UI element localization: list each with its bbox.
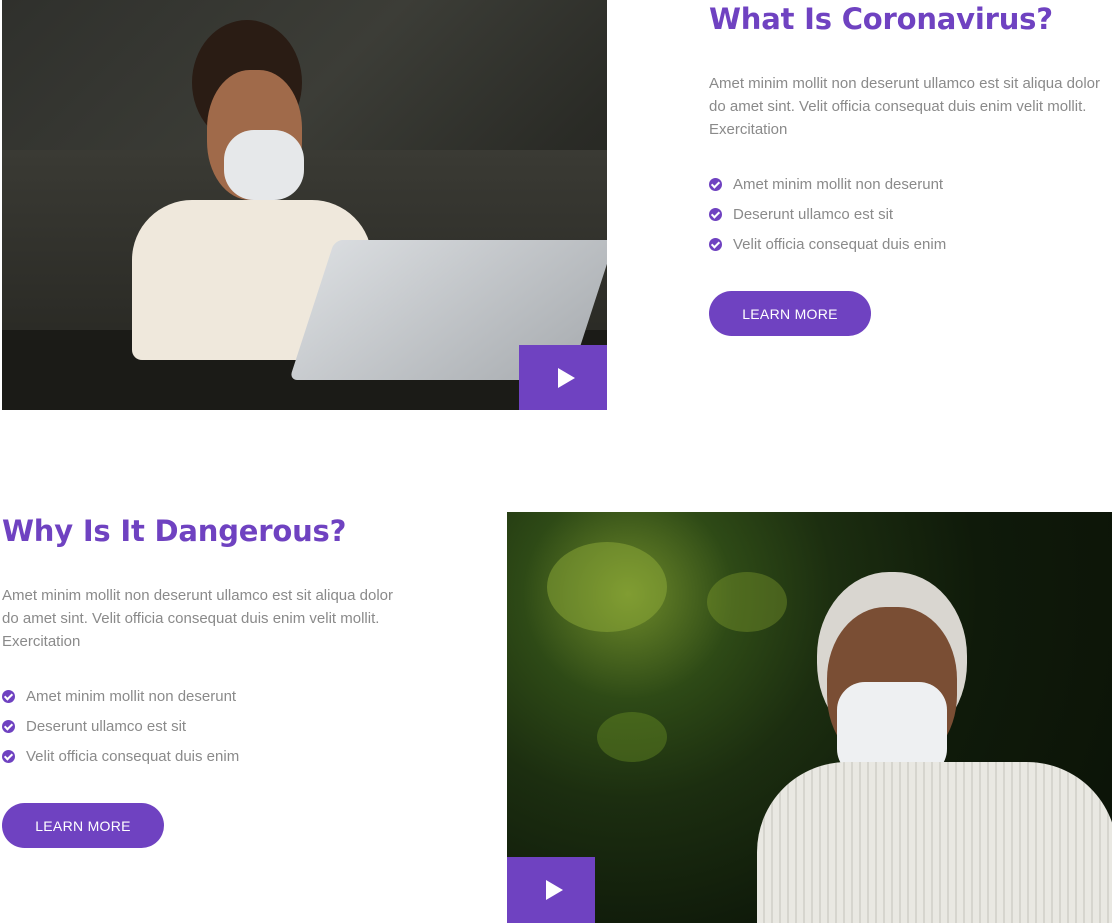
list-item-label: Velit officia consequat duis enim	[733, 235, 947, 253]
check-circle-icon	[709, 237, 722, 251]
play-icon	[545, 880, 563, 900]
section-what-is-coronavirus: What Is Coronavirus? Amet minim mollit n…	[709, 0, 1104, 336]
check-circle-icon	[709, 207, 722, 221]
list-item: Deserunt ullamco est sit	[2, 711, 397, 741]
play-icon	[557, 367, 575, 388]
section-title: Why Is It Dangerous?	[2, 514, 347, 548]
list-item: Deserunt ullamco est sit	[709, 199, 1104, 229]
learn-more-button[interactable]: LEARN MORE	[2, 803, 164, 848]
older-man-with-mask-photo	[507, 512, 1112, 923]
list-item: Amet minim mollit non deserunt	[709, 169, 1104, 199]
list-item-label: Amet minim mollit non deserunt	[26, 687, 237, 705]
check-circle-icon	[709, 177, 722, 191]
list-item: Velit officia consequat duis enim	[709, 229, 1104, 259]
play-video-button[interactable]	[507, 857, 595, 923]
play-video-button[interactable]	[519, 345, 607, 410]
section-title: What Is Coronavirus?	[709, 2, 1053, 36]
section-description: Amet minim mollit non deserunt ullamco e…	[2, 587, 394, 650]
list-item-label: Velit officia consequat duis enim	[26, 747, 240, 765]
section-description: Amet minim mollit non deserunt ullamco e…	[709, 75, 1101, 138]
list-item-label: Amet minim mollit non deserunt	[733, 175, 944, 193]
list-item: Amet minim mollit non deserunt	[2, 681, 397, 711]
feature-list: Amet minim mollit non deserunt Deserunt …	[709, 169, 1104, 259]
feature-list: Amet minim mollit non deserunt Deserunt …	[2, 681, 397, 771]
check-circle-icon	[2, 719, 15, 733]
list-item: Velit officia consequat duis enim	[2, 741, 397, 771]
list-item-label: Deserunt ullamco est sit	[26, 717, 187, 735]
learn-more-button[interactable]: LEARN MORE	[709, 291, 871, 336]
section-why-dangerous: Why Is It Dangerous? Amet minim mollit n…	[2, 512, 397, 848]
check-circle-icon	[2, 689, 15, 703]
page: What Is Coronavirus? Amet minim mollit n…	[0, 0, 1112, 923]
list-item-label: Deserunt ullamco est sit	[733, 205, 894, 223]
check-circle-icon	[2, 749, 15, 763]
woman-with-mask-photo	[2, 0, 607, 410]
